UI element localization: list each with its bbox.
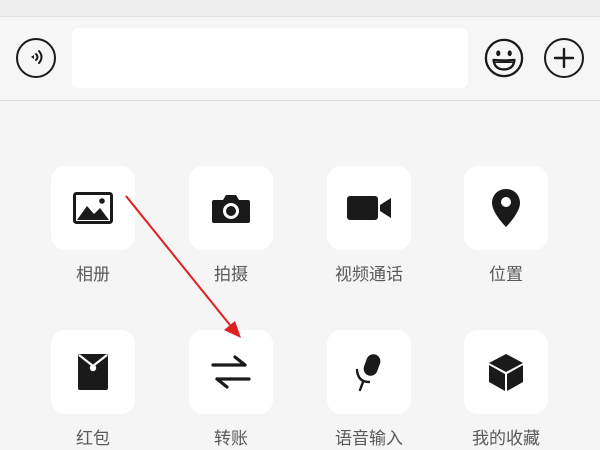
more-options-button[interactable] [544, 38, 584, 78]
chat-input-bar [0, 17, 600, 101]
location-tile[interactable] [464, 166, 548, 250]
favorites-cube-icon [489, 354, 523, 391]
voice-button[interactable] [16, 38, 56, 78]
panel-item-label: 语音输入 [335, 429, 403, 449]
message-input[interactable] [72, 28, 468, 88]
video-call-tile[interactable] [327, 166, 411, 250]
album-tile[interactable] [51, 166, 135, 250]
voice-input-tile[interactable] [327, 330, 411, 414]
panel-item-label: 红包 [76, 429, 110, 449]
panel-item-label: 拍摄 [214, 265, 248, 285]
emoji-button[interactable] [484, 38, 524, 78]
transfer-tile[interactable] [189, 330, 273, 414]
panel-item-label: 我的收藏 [472, 429, 540, 449]
emoji-icon [484, 38, 524, 78]
panel-item-album[interactable]: 相册 [51, 166, 135, 285]
red-packet-tile[interactable] [51, 330, 135, 414]
panel-item-label: 转账 [214, 429, 248, 449]
location-pin-icon [492, 189, 520, 227]
panel-item-voice-input[interactable]: 语音输入 [327, 330, 411, 449]
panel-item-label: 相册 [76, 265, 110, 285]
camera-icon [212, 195, 250, 223]
panel-item-location[interactable]: 位置 [464, 166, 548, 285]
video-call-icon [347, 196, 391, 220]
panel-item-favorites[interactable]: 我的收藏 [464, 330, 548, 449]
voice-icon [31, 50, 43, 64]
more-functions-panel: 相册 拍摄 视频通话 位置 红包 转账 语音输入 我的收藏 [0, 101, 600, 450]
panel-item-red-packet[interactable]: 红包 [51, 330, 135, 449]
panel-item-camera[interactable]: 拍摄 [189, 166, 273, 285]
panel-item-label: 位置 [489, 265, 523, 285]
transfer-icon [211, 355, 251, 389]
camera-tile[interactable] [189, 166, 273, 250]
top-strip [0, 0, 600, 17]
panel-item-label: 视频通话 [335, 265, 403, 285]
panel-item-transfer[interactable]: 转账 [189, 330, 273, 449]
red-packet-icon [78, 354, 108, 390]
plus-icon [553, 47, 575, 69]
favorites-tile[interactable] [464, 330, 548, 414]
photo-album-icon [73, 192, 113, 224]
microphone-icon [355, 354, 381, 392]
panel-item-video-call[interactable]: 视频通话 [327, 166, 411, 285]
